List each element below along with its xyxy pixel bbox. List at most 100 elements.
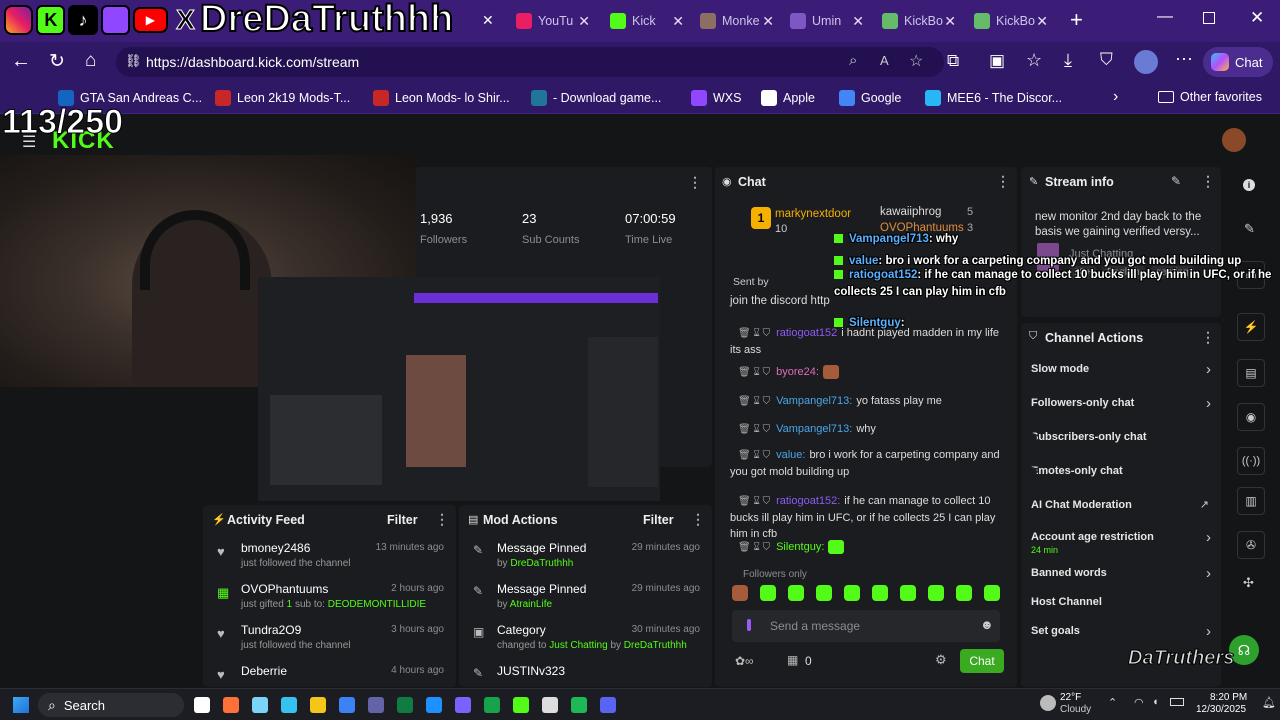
tab-close-icon[interactable]: ✕ — [1036, 13, 1048, 30]
minimize-icon[interactable]: — — [1157, 8, 1173, 26]
taskbar-app-icon[interactable] — [484, 697, 500, 713]
taskbar-app-icon[interactable] — [310, 697, 326, 713]
chat-username[interactable]: ratiogoat152: — [776, 495, 840, 507]
browser-tab[interactable]: Kick ✕ — [602, 7, 690, 35]
mod-tools-icon[interactable]: 🗑︎ ⌛︎ ⛉ — [738, 424, 770, 435]
chat-input[interactable]: Send a message ☻ — [732, 610, 1000, 642]
profile-avatar[interactable] — [1134, 50, 1158, 74]
shield-icon[interactable]: ⛉ — [1100, 50, 1113, 70]
other-favorites[interactable]: Other favorites — [1158, 90, 1262, 104]
taskbar-app-icon[interactable] — [571, 697, 587, 713]
more-icon[interactable]: ··· — [1175, 48, 1193, 69]
channel-action-item[interactable]: Slow mode › — [1031, 361, 1221, 387]
chat-message[interactable]: 🗑︎ ⌛︎ ⛉ byore24: — [730, 364, 1004, 381]
activity-user[interactable]: Deberrie — [241, 664, 287, 678]
mod-tools-icon[interactable]: 🗑︎ ⌛︎ ⛉ — [738, 328, 770, 339]
activity-gift-target[interactable]: DEODEMONTILLIDIE — [328, 599, 426, 610]
emote-icon[interactable] — [760, 585, 776, 601]
chevron-right-icon[interactable]: › — [1206, 361, 1211, 378]
wifi-icon[interactable]: ◠ — [1134, 696, 1144, 709]
mod-tools-icon[interactable]: 🗑︎ ⌛︎ ⛉ — [738, 450, 770, 461]
tab-close-icon[interactable]: ✕ — [762, 13, 774, 30]
volume-icon[interactable]: ◖ — [1152, 696, 1159, 708]
chevron-right-icon[interactable]: › — [1206, 565, 1211, 582]
weather-temp[interactable]: 22°F — [1060, 692, 1081, 703]
zoom-icon[interactable]: ⌕ — [849, 52, 857, 69]
browser-tab[interactable]: Umin ✕ — [782, 7, 870, 35]
chat-username[interactable]: byore24: — [776, 366, 819, 378]
tab-close-icon[interactable]: ✕ — [482, 12, 494, 29]
mod-tools-icon[interactable]: 🗑︎ ⌛︎ ⛉ — [738, 542, 770, 553]
info-icon[interactable]: i — [1243, 179, 1255, 191]
tray-chevron-icon[interactable]: ⌃ — [1108, 696, 1117, 709]
chat-message[interactable]: 🗑︎ ⌛︎ ⛉ ratiogoat152: if he can manage to … — [730, 493, 1004, 542]
tab-close-icon[interactable]: ✕ — [578, 13, 590, 30]
chevron-right-icon[interactable]: › — [1206, 529, 1211, 546]
taskbar-app-icon[interactable] — [397, 697, 413, 713]
emote-icon[interactable] — [788, 585, 804, 601]
mod-action-category[interactable]: Just Chatting — [549, 640, 607, 651]
taskbar-app-icon[interactable] — [513, 697, 529, 713]
chat-message[interactable]: 🗑︎ ⌛︎ ⛉ Vampangel713: why — [730, 421, 1004, 438]
browser-tab[interactable]: KickBo ✕ — [874, 7, 962, 35]
channel-action-item[interactable]: AI Chat Moderation ↗ — [1031, 497, 1221, 523]
taskbar-app-icon[interactable] — [426, 697, 442, 713]
mod-action-user[interactable]: DreDaTruthhh — [624, 640, 687, 651]
broadcast-rail-icon[interactable]: ((·)) — [1237, 447, 1265, 475]
mod-action-user[interactable]: DreDaTruthhh — [510, 558, 573, 569]
channel-action-item[interactable]: Emotes-only chat — [1031, 463, 1221, 489]
stats-more-icon[interactable]: ⋮ — [688, 174, 702, 191]
chat-username[interactable]: Vampangel713: — [776, 423, 852, 435]
bookmark-item[interactable]: Leon 2k19 Mods-T... — [215, 90, 350, 106]
bookmark-item[interactable]: MEE6 - The Discor... — [925, 90, 1062, 106]
taskbar-app-icon[interactable] — [542, 697, 558, 713]
stream-info-edit-icon[interactable]: ✎ — [1171, 174, 1181, 188]
chat-message[interactable]: 🗑︎ ⌛︎ ⛉ value: bro i work for a carpeting … — [730, 447, 1004, 480]
emote-icon[interactable] — [984, 585, 1000, 601]
add-favorite-icon[interactable]: ☆ — [909, 51, 923, 71]
taskbar-app-icon[interactable] — [455, 697, 471, 713]
favorites-icon[interactable]: ☆ — [1026, 50, 1042, 71]
activity-user[interactable]: Tundra2O9 — [241, 623, 301, 637]
clock-date[interactable]: 12/30/2025 — [1196, 704, 1246, 715]
chat-username[interactable]: value: — [776, 449, 805, 461]
emote-icon[interactable] — [928, 585, 944, 601]
activity-more-icon[interactable]: ⋮ — [435, 511, 449, 528]
activity-filter-button[interactable]: Filter — [387, 513, 418, 527]
close-window-icon[interactable]: ✕ — [1250, 8, 1264, 28]
tab-close-icon[interactable]: ✕ — [944, 13, 956, 30]
emote-icon[interactable] — [872, 585, 888, 601]
windows-start-icon[interactable] — [13, 697, 29, 713]
channel-action-item[interactable]: Account age restriction 24 min › — [1031, 529, 1221, 555]
channel-action-item[interactable]: Subscribers-only chat — [1031, 429, 1221, 455]
user-avatar[interactable] — [1222, 128, 1246, 152]
taskbar-app-icon[interactable] — [194, 697, 210, 713]
emote-icon[interactable] — [732, 585, 748, 601]
channel-action-item[interactable]: Banned words › — [1031, 565, 1221, 591]
browser-tab[interactable]: Monke ✕ — [692, 7, 780, 35]
chat-username[interactable]: Silentguy: — [776, 541, 824, 553]
home-icon[interactable]: ⌂ — [85, 50, 96, 72]
mod-more-icon[interactable]: ⋮ — [691, 511, 705, 528]
mod-action-user[interactable]: AtrainLife — [510, 599, 552, 610]
browser-tab[interactable]: KickBo ✕ — [966, 7, 1054, 35]
book-rail-icon[interactable]: ▤ — [1237, 359, 1265, 387]
chat-message[interactable]: 🗑︎ ⌛︎ ⛉ Silentguy: — [730, 539, 1004, 556]
external-link-icon[interactable]: ↗ — [1200, 498, 1209, 511]
activity-user[interactable]: OVOPhantuums — [241, 582, 328, 596]
browser-tab[interactable]: YouTu ✕ — [508, 7, 596, 35]
copilot-chat-button[interactable]: Chat — [1203, 47, 1273, 77]
mod-tools-icon[interactable]: 🗑︎ ⌛︎ ⛉ — [738, 496, 770, 507]
restore-icon[interactable] — [1203, 12, 1215, 24]
back-icon[interactable]: ← — [11, 50, 31, 73]
clock-time[interactable]: 8:20 PM — [1210, 692, 1247, 703]
mic-icon[interactable] — [747, 619, 751, 631]
channel-action-item[interactable]: Followers-only chat › — [1031, 395, 1221, 421]
apps-rail-icon[interactable]: ✣ — [1243, 575, 1254, 591]
site-info-icon[interactable]: ⛓ — [125, 53, 142, 69]
weather-desc[interactable]: Cloudy — [1060, 704, 1091, 715]
chat-more-icon[interactable]: ⋮ — [996, 173, 1010, 190]
emote-icon[interactable] — [900, 585, 916, 601]
overflow-bookmarks-icon[interactable]: › — [1113, 88, 1118, 106]
taskbar-search[interactable]: ⌕ Search — [38, 693, 184, 717]
